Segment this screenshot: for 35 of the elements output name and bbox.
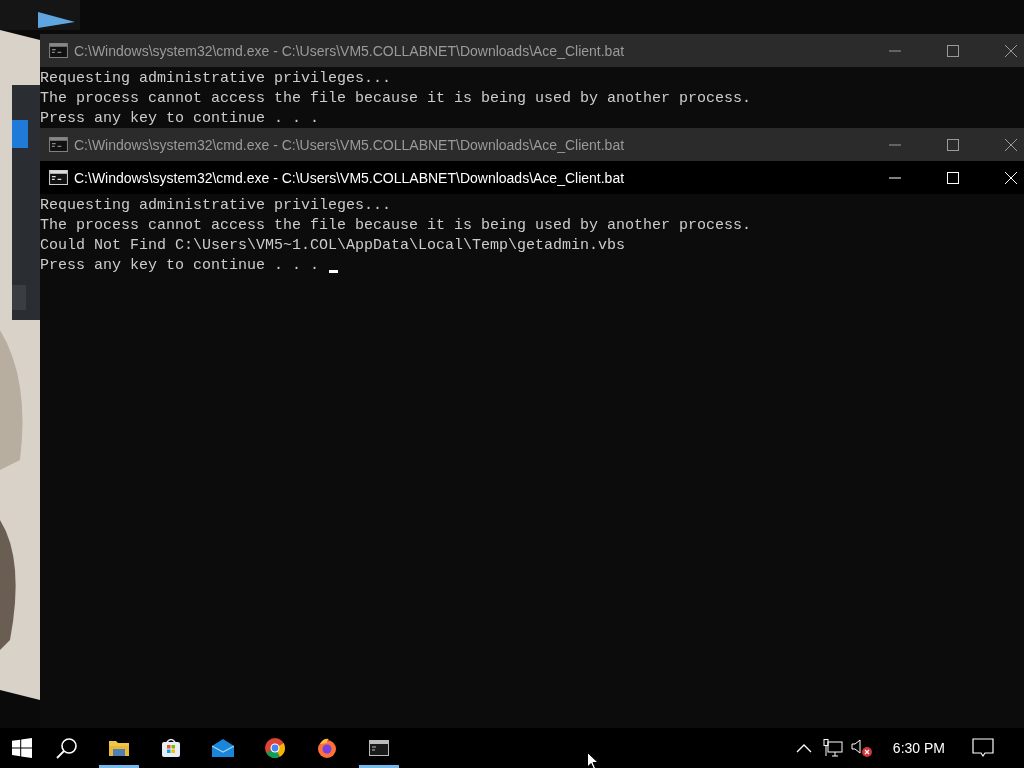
maximize-icon bbox=[947, 138, 959, 151]
close-icon bbox=[1005, 138, 1017, 151]
clock[interactable]: 6:30 PM bbox=[876, 728, 959, 768]
close-icon bbox=[1005, 44, 1017, 57]
chevron-up-icon bbox=[796, 743, 813, 753]
console-line: Press any key to continue . . . bbox=[40, 256, 320, 276]
console-icon bbox=[49, 170, 68, 185]
window-title: C:\Windows\system32\cmd.exe - C:\Users\VM5.COLLABNET\Downloads\Ace_Client.bat bbox=[74, 169, 625, 186]
console-line: Could Not Find C:\Users\VM5~1.COL\AppData\Local\Temp\getadmin.vbs bbox=[40, 236, 626, 256]
console-line: Requesting administrative privileges... bbox=[40, 69, 392, 89]
running-indicator bbox=[359, 765, 399, 768]
window-title: C:\Windows\system32\cmd.exe - C:\Users\VM5.COLLABNET\Downloads\Ace_Client.bat bbox=[74, 136, 625, 153]
speech-bubble-icon bbox=[972, 738, 994, 758]
console-icon bbox=[49, 137, 68, 152]
text-cursor bbox=[329, 269, 339, 273]
console-line: The process cannot access the file because it is being used by another process. bbox=[40, 216, 752, 236]
console-line: The process cannot access the file because it is being used by another process. bbox=[40, 89, 752, 109]
maximize-icon bbox=[947, 171, 959, 184]
window-corner bbox=[38, 12, 75, 28]
folder-icon bbox=[109, 739, 129, 757]
console-icon bbox=[49, 43, 68, 58]
maximize-icon bbox=[947, 44, 959, 57]
monitor-icon bbox=[823, 739, 844, 757]
running-indicator bbox=[99, 765, 139, 768]
shopping-bag-icon bbox=[161, 738, 181, 758]
envelope-icon bbox=[212, 739, 234, 757]
console-line: Requesting administrative privileges... bbox=[40, 196, 392, 216]
console-line: Press any key to continue . . . bbox=[40, 109, 320, 129]
firefox-icon bbox=[317, 738, 337, 758]
window-title: C:\Windows\system32\cmd.exe - C:\Users\VM5.COLLABNET\Downloads\Ace_Client.bat bbox=[74, 42, 625, 59]
windows-logo-icon bbox=[12, 738, 32, 758]
chrome-icon bbox=[265, 738, 285, 758]
search-icon bbox=[56, 737, 78, 759]
console-icon bbox=[369, 740, 389, 756]
close-icon bbox=[1005, 171, 1017, 184]
